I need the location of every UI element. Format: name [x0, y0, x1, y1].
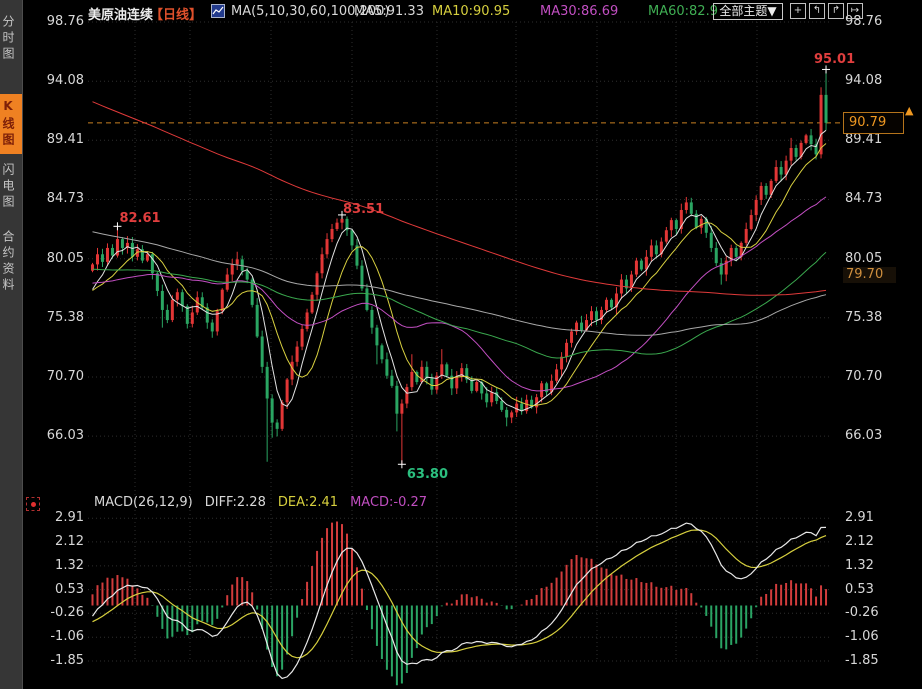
macd-tick-label: -0.26: [40, 605, 84, 620]
chart-type-sidebar: 分时图 K线图 闪电图 合约资料: [0, 0, 23, 689]
ma60-value: MA60:82.9: [648, 4, 718, 19]
macd-tick-label: 2.12: [845, 534, 899, 549]
ma5-value: MA5:91.33: [354, 4, 424, 19]
diff-line: [93, 523, 827, 678]
ma30-value: MA30:86.69: [540, 4, 618, 19]
price-tick-label: 84.73: [40, 191, 84, 206]
price-tick-label: 94.08: [845, 73, 899, 88]
price-tick-label: 70.70: [40, 369, 84, 384]
macd-bar-value: MACD:-0.27: [350, 495, 427, 510]
macd-tick-label: 0.53: [845, 582, 899, 597]
price-tick-label: 70.70: [845, 369, 899, 384]
macd-dea-value: DEA:2.41: [278, 495, 338, 510]
sidebar-item-lightning[interactable]: 闪电图: [0, 158, 22, 216]
price-tick-label: 84.73: [845, 191, 899, 206]
chart-header: 美原油连续 【日线】 MA(5,10,30,60,100,200) MA5:91…: [22, 0, 922, 22]
expand-icon[interactable]: ↱: [828, 3, 844, 19]
price-up-arrow-icon: ▲: [905, 104, 913, 117]
macd-tick-label: 1.32: [845, 558, 899, 573]
ma10-value: MA10:90.95: [432, 4, 510, 19]
price-annotation: 83.51: [343, 202, 384, 217]
price-tick-label: 66.03: [40, 428, 84, 443]
macd-tick-label: -1.85: [845, 653, 899, 668]
sidebar-item-timeshare[interactable]: 分时图: [0, 10, 22, 68]
grid-layer: [88, 22, 843, 661]
compress-icon[interactable]: ↰: [809, 3, 825, 19]
macd-tick-label: -0.26: [845, 605, 899, 620]
kline-chart-canvas[interactable]: [0, 0, 922, 689]
price-annotation: 82.61: [119, 211, 160, 226]
dea-line: [93, 530, 827, 658]
macd-diff-value: DIFF:2.28: [205, 495, 266, 510]
price-tick-label: 80.05: [40, 251, 84, 266]
price-annotation: 63.80: [407, 467, 448, 482]
price-tick-label: 89.41: [845, 132, 899, 147]
symbol-title: 美原油连续: [88, 4, 153, 23]
indicator-target-icon[interactable]: [26, 497, 40, 511]
macd-tick-label: -1.06: [40, 629, 84, 644]
period-tag: 【日线】: [150, 4, 202, 23]
macd-tick-label: -1.06: [845, 629, 899, 644]
macd-tick-label: 0.53: [40, 582, 84, 597]
price-tick-label: 75.38: [40, 310, 84, 325]
chart-toolbar: + ↰ ↱ ↦: [790, 3, 863, 19]
price-tick-label: 94.08: [40, 73, 84, 88]
price-tick-label: 66.03: [845, 428, 899, 443]
price-annotation: 95.01: [814, 52, 855, 67]
macd-header: MACD(26,12,9) DIFF:2.28 DEA:2.41 MACD:-0…: [94, 495, 427, 510]
price-tick-label: 80.05: [845, 251, 899, 266]
sidebar-item-contract-info[interactable]: 合约资料: [0, 222, 22, 302]
theme-dropdown-button[interactable]: 全部主题▼: [713, 3, 783, 20]
move-icon[interactable]: +: [790, 3, 806, 19]
sidebar-item-kline[interactable]: K线图: [0, 94, 22, 154]
reference-price-label: 79.70: [843, 267, 896, 283]
macd-formula-label: MACD(26,12,9): [94, 495, 193, 510]
macd-tick-label: 2.91: [845, 510, 899, 525]
ma10-line: [93, 144, 827, 406]
kline-chart-icon[interactable]: [211, 4, 225, 18]
trading-app-window: 分时图 K线图 闪电图 合约资料 美原油连续 【日线】 MA(5,10,30,6…: [0, 0, 922, 689]
shift-right-icon[interactable]: ↦: [847, 3, 863, 19]
macd-tick-label: 2.91: [40, 510, 84, 525]
current-price-box: 90.79: [843, 112, 904, 134]
ma5-line: [93, 130, 827, 411]
macd-tick-label: 1.32: [40, 558, 84, 573]
price-tick-label: 75.38: [845, 310, 899, 325]
macd-tick-label: -1.85: [40, 653, 84, 668]
macd-tick-label: 2.12: [40, 534, 84, 549]
price-tick-label: 89.41: [40, 132, 84, 147]
